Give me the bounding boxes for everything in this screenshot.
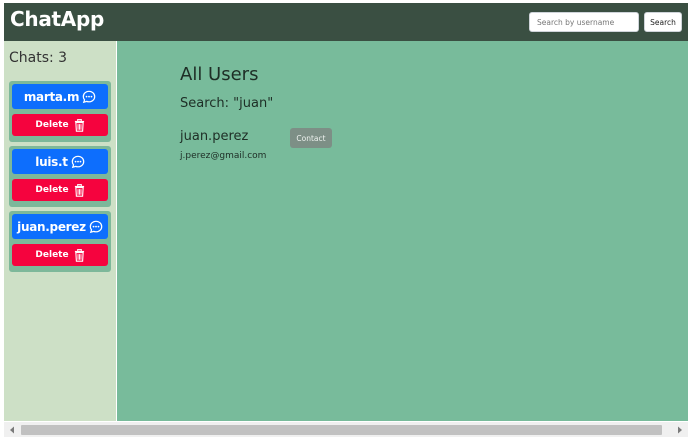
chat-card: luis.t Delete	[9, 146, 111, 207]
chat-username: marta.m	[23, 89, 80, 104]
delete-chat-button-marta-m[interactable]: Delete	[12, 114, 108, 136]
delete-chat-button-juan-perez[interactable]: Delete	[12, 244, 108, 266]
chat-user-button-luis-t[interactable]: luis.t	[12, 149, 108, 174]
chat-user-button-juan-perez[interactable]: juan.perez	[12, 214, 108, 239]
search-query-label: Search: "juan"	[180, 96, 274, 111]
chat-dots-icon	[71, 155, 85, 169]
app-frame: ChatApp Search Chats: 3 marta.m Delete l…	[4, 3, 688, 421]
scroll-left-arrow-icon[interactable]	[4, 422, 20, 437]
contact-button[interactable]: Contact	[290, 128, 332, 148]
delete-label: Delete	[35, 250, 69, 260]
chat-username: juan.perez	[17, 219, 86, 234]
chat-dots-icon	[82, 90, 96, 104]
delete-chat-button-luis-t[interactable]: Delete	[12, 179, 108, 201]
main-panel: All Users Search: "juan" juan.perez Cont…	[118, 41, 688, 421]
chat-username: luis.t	[35, 154, 68, 169]
chat-card: juan.perez Delete	[9, 211, 111, 272]
scroll-right-arrow-icon[interactable]	[672, 422, 688, 437]
chats-count-title: Chats: 3	[9, 50, 68, 66]
horizontal-scrollbar[interactable]	[4, 422, 688, 437]
brand-logo[interactable]: ChatApp	[10, 7, 104, 31]
delete-label: Delete	[35, 185, 69, 195]
chat-card: marta.m Delete	[9, 81, 111, 142]
trash-icon	[74, 183, 85, 197]
search-input[interactable]	[529, 12, 639, 32]
sidebar: Chats: 3 marta.m Delete luis.t Delete ju…	[4, 41, 117, 421]
delete-label: Delete	[35, 120, 69, 130]
user-result-email: j.perez@gmail.com	[180, 151, 267, 161]
trash-icon	[74, 248, 85, 262]
search-button[interactable]: Search	[644, 12, 682, 32]
user-result-name: juan.perez	[180, 129, 249, 144]
page-title: All Users	[180, 64, 259, 85]
scrollbar-thumb[interactable]	[21, 425, 662, 435]
navbar: ChatApp Search	[4, 3, 688, 41]
chat-dots-icon	[89, 220, 103, 234]
trash-icon	[74, 118, 85, 132]
chat-user-button-marta-m[interactable]: marta.m	[12, 84, 108, 109]
